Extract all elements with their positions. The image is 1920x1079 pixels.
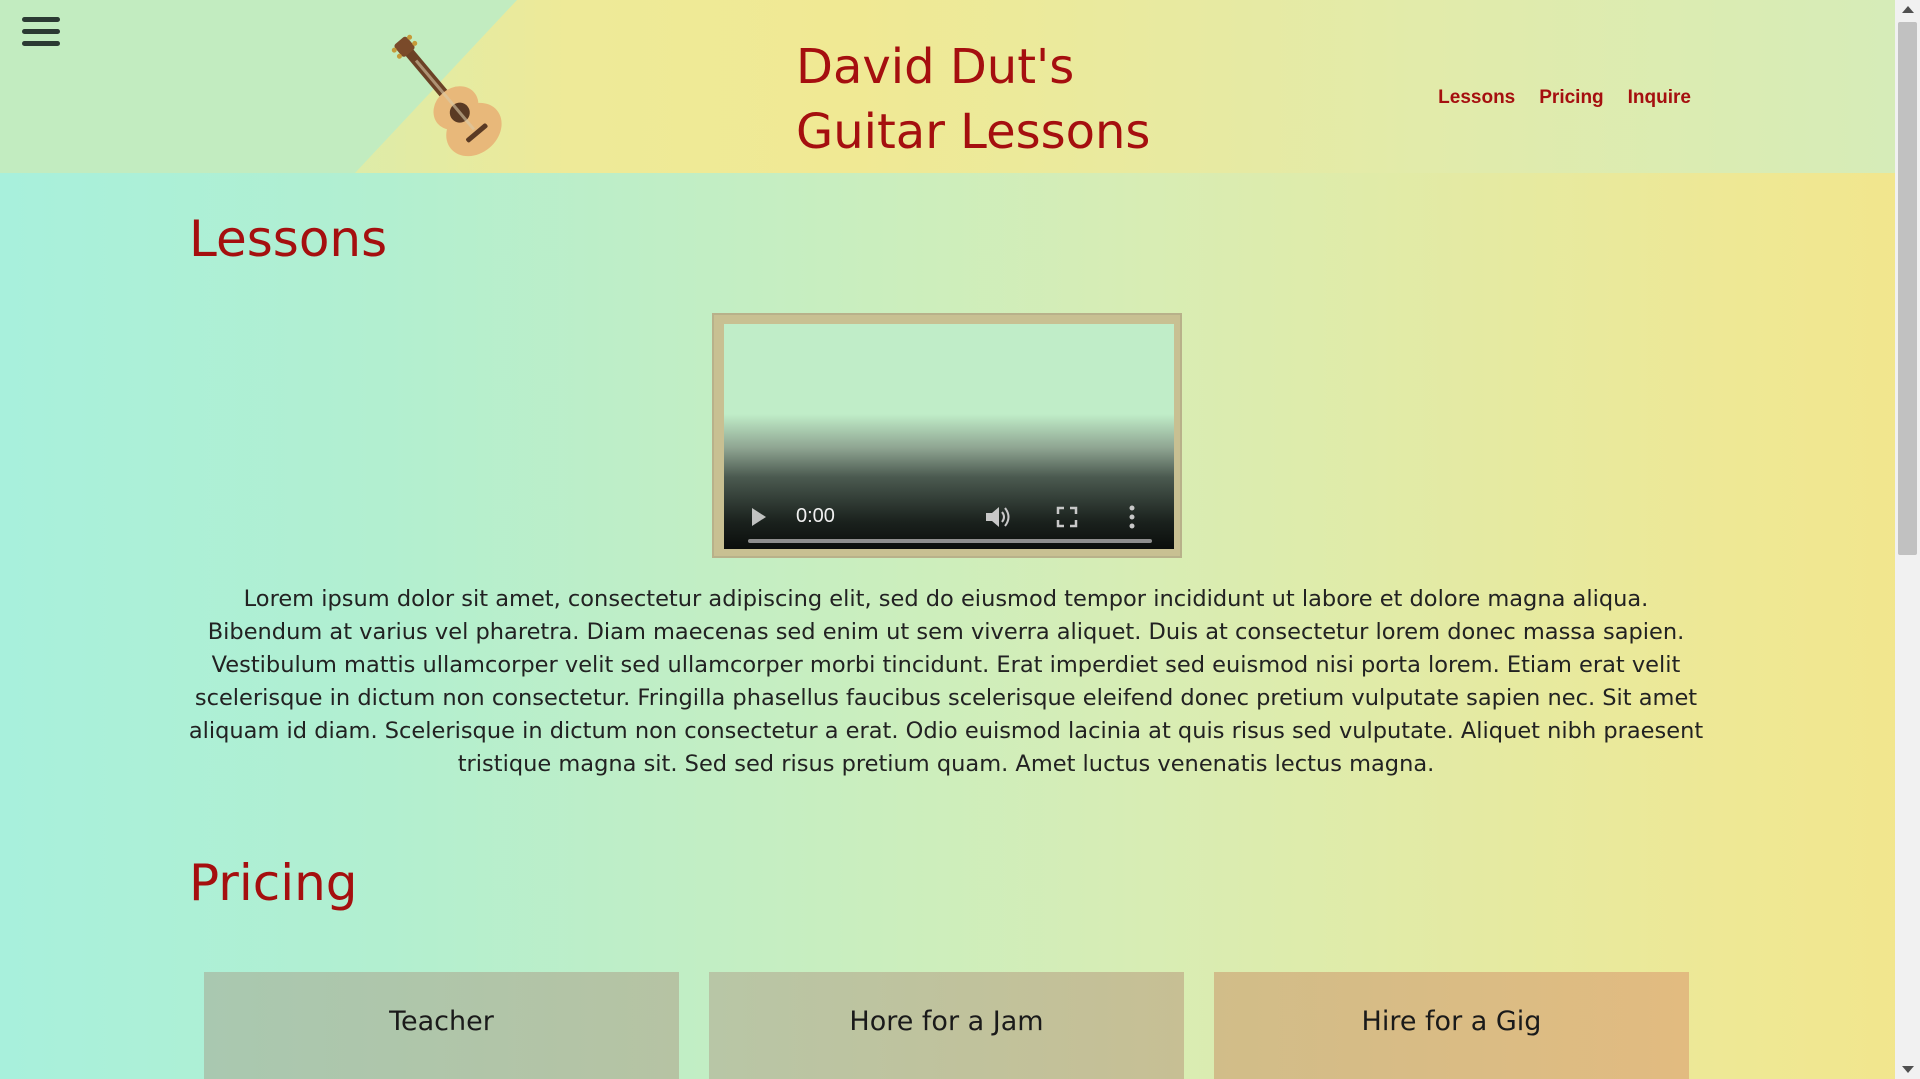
pricing-card-title: Hore for a Jam bbox=[849, 1006, 1044, 1037]
video-player[interactable]: 0:00 bbox=[724, 324, 1174, 549]
video-controls: 0:00 bbox=[724, 449, 1174, 549]
site-title-line2: Guitar Lessons bbox=[796, 104, 1151, 160]
video-time: 0:00 bbox=[796, 505, 835, 527]
pricing-card-teacher[interactable]: Teacher bbox=[204, 972, 679, 1079]
volume-icon[interactable] bbox=[984, 504, 1012, 530]
video-frame: 0:00 bbox=[712, 313, 1182, 558]
pricing-card-title: Teacher bbox=[389, 1006, 494, 1037]
vertical-scrollbar[interactable] bbox=[1895, 0, 1920, 1079]
nav-link-pricing[interactable]: Pricing bbox=[1539, 87, 1603, 109]
pricing-card-jam[interactable]: Hore for a Jam bbox=[709, 972, 1184, 1079]
pricing-card-gig[interactable]: Hire for a Gig bbox=[1214, 972, 1689, 1079]
fullscreen-icon[interactable] bbox=[1056, 506, 1078, 528]
lessons-heading: Lessons bbox=[189, 210, 388, 268]
nav-link-lessons[interactable]: Lessons bbox=[1438, 87, 1515, 109]
scroll-up-arrow-icon[interactable] bbox=[1902, 6, 1914, 13]
guitar-icon bbox=[391, 34, 502, 157]
site-title-line1: David Dut's bbox=[796, 39, 1075, 95]
hamburger-menu-icon[interactable] bbox=[22, 17, 60, 51]
play-icon[interactable] bbox=[752, 508, 766, 526]
pricing-card-title: Hire for a Gig bbox=[1361, 1006, 1542, 1037]
top-nav: Lessons Pricing Inquire bbox=[1438, 87, 1691, 109]
scroll-down-arrow-icon[interactable] bbox=[1902, 1066, 1914, 1073]
pricing-cards: Teacher Hore for a Jam Hire for a Gig bbox=[204, 972, 1691, 1079]
video-progress-bar[interactable] bbox=[748, 539, 1152, 543]
lessons-description: Lorem ipsum dolor sit amet, consectetur … bbox=[188, 586, 1704, 777]
nav-link-inquire[interactable]: Inquire bbox=[1628, 87, 1691, 109]
scroll-thumb[interactable] bbox=[1898, 22, 1917, 555]
site-header: David Dut's Guitar Lessons Lessons Prici… bbox=[0, 0, 1895, 173]
more-vertical-icon[interactable] bbox=[1128, 505, 1136, 529]
site-title: David Dut's Guitar Lessons bbox=[796, 35, 1216, 165]
pricing-heading: Pricing bbox=[189, 854, 358, 912]
page: David Dut's Guitar Lessons Lessons Prici… bbox=[0, 0, 1895, 1079]
